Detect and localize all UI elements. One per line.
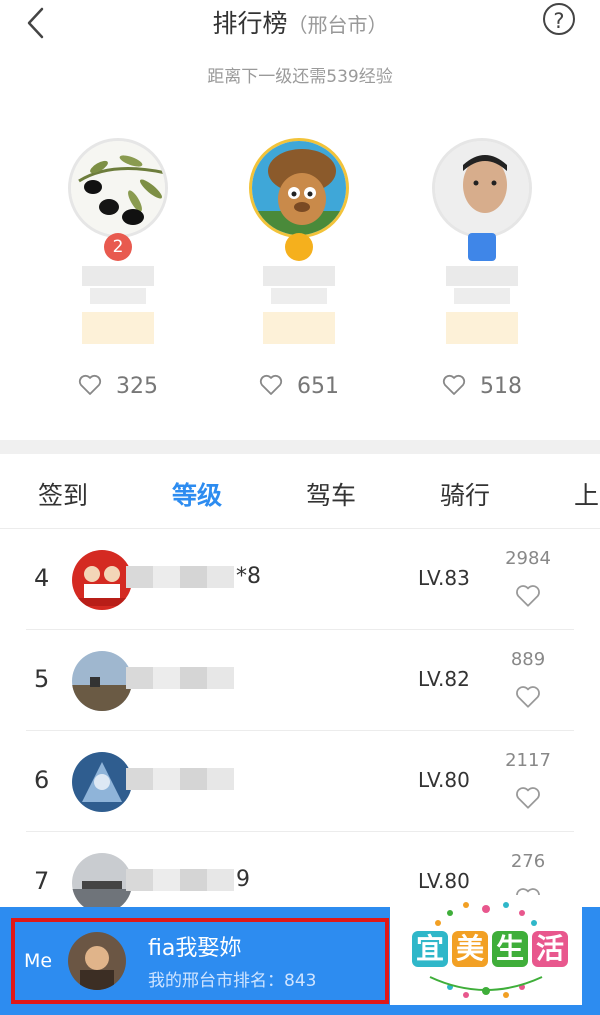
heart-icon <box>78 374 102 395</box>
watermark-char: 美 <box>452 931 488 967</box>
blurred-name <box>263 266 335 286</box>
heart-icon <box>442 374 466 395</box>
row-divider <box>26 629 574 630</box>
blurred-name <box>126 667 234 689</box>
heart-icon[interactable] <box>515 584 541 608</box>
heart-icon[interactable] <box>515 786 541 810</box>
blurred-tag <box>263 312 335 344</box>
blurred-tag <box>82 312 154 344</box>
like-count-value: 325 <box>116 374 158 399</box>
avatar <box>249 138 349 238</box>
list-item[interactable]: 5 LV.82 889 <box>0 631 600 731</box>
avatar <box>68 138 168 238</box>
like-count[interactable]: 651 <box>219 374 379 399</box>
row-divider <box>26 730 574 731</box>
like-count-value: 651 <box>297 374 339 399</box>
tab-more[interactable]: 上 <box>574 476 599 512</box>
section-divider <box>0 440 600 454</box>
help-button[interactable]: ? <box>543 3 575 35</box>
like-count[interactable]: 518 <box>402 374 562 399</box>
blurred-info <box>271 288 327 304</box>
watermark-char: 活 <box>532 931 568 967</box>
name-suffix: *8 <box>236 564 261 589</box>
my-city-rank: 我的邢台市排名：843 <box>148 971 317 991</box>
like-count-value: 518 <box>480 374 522 399</box>
avatar <box>72 853 132 913</box>
my-username: fia我娶妳 <box>148 936 242 961</box>
title-city: （邢台市） <box>287 13 388 37</box>
watermark-char: 宜 <box>412 931 448 967</box>
level-label: LV.80 <box>418 768 470 792</box>
blurred-name <box>446 266 518 286</box>
rank-number: 4 <box>34 564 50 592</box>
list-item[interactable]: 6 LV.80 2117 <box>0 732 600 832</box>
rank-number: 7 <box>34 867 50 895</box>
like-count: 276 <box>510 851 546 872</box>
list-item[interactable]: 4 *8 LV.83 2984 <box>0 530 600 630</box>
like-count: 889 <box>510 649 546 670</box>
row-divider <box>26 831 574 832</box>
blurred-name <box>126 566 234 588</box>
rank-badge: 2 <box>104 233 132 261</box>
avatar <box>72 651 132 711</box>
watermark-char: 生 <box>492 931 528 967</box>
blurred-info <box>90 288 146 304</box>
blurred-info <box>454 288 510 304</box>
heart-icon <box>259 374 283 395</box>
tab-level[interactable]: 等级 <box>172 476 222 512</box>
like-count[interactable]: 325 <box>38 374 198 399</box>
rank-badge <box>468 233 496 261</box>
rank-number: 5 <box>34 665 50 693</box>
tab-cycling[interactable]: 骑行 <box>440 476 490 512</box>
blurred-name <box>82 266 154 286</box>
question-icon: ? <box>553 9 565 33</box>
blurred-name <box>126 869 234 891</box>
level-label: LV.83 <box>418 566 470 590</box>
me-label: Me <box>24 950 53 972</box>
like-count: 2984 <box>505 548 551 569</box>
watermark-logo: 宜 美 生 活 <box>390 895 582 1005</box>
page-title: 排行榜（邢台市） <box>0 4 600 40</box>
level-label: LV.82 <box>418 667 470 691</box>
name-suffix: 9 <box>236 867 250 892</box>
rank-badge-label: 2 <box>112 237 124 257</box>
avatar <box>72 752 132 812</box>
avatar <box>72 550 132 610</box>
tab-driving[interactable]: 驾车 <box>306 476 356 512</box>
category-tabs: 签到 等级 驾车 骑行 上 <box>0 456 600 529</box>
rank-number: 6 <box>34 766 50 794</box>
tab-checkin[interactable]: 签到 <box>38 476 88 512</box>
avatar <box>68 932 126 990</box>
avatar <box>432 138 532 238</box>
title-text: 排行榜 <box>212 9 288 38</box>
blurred-tag <box>446 312 518 344</box>
rank-badge <box>285 233 313 261</box>
like-count: 2117 <box>505 750 551 771</box>
heart-icon[interactable] <box>515 685 541 709</box>
next-level-hint: 距离下一级还需539经验 <box>207 67 393 87</box>
blurred-name <box>126 768 234 790</box>
level-label: LV.80 <box>418 869 470 893</box>
